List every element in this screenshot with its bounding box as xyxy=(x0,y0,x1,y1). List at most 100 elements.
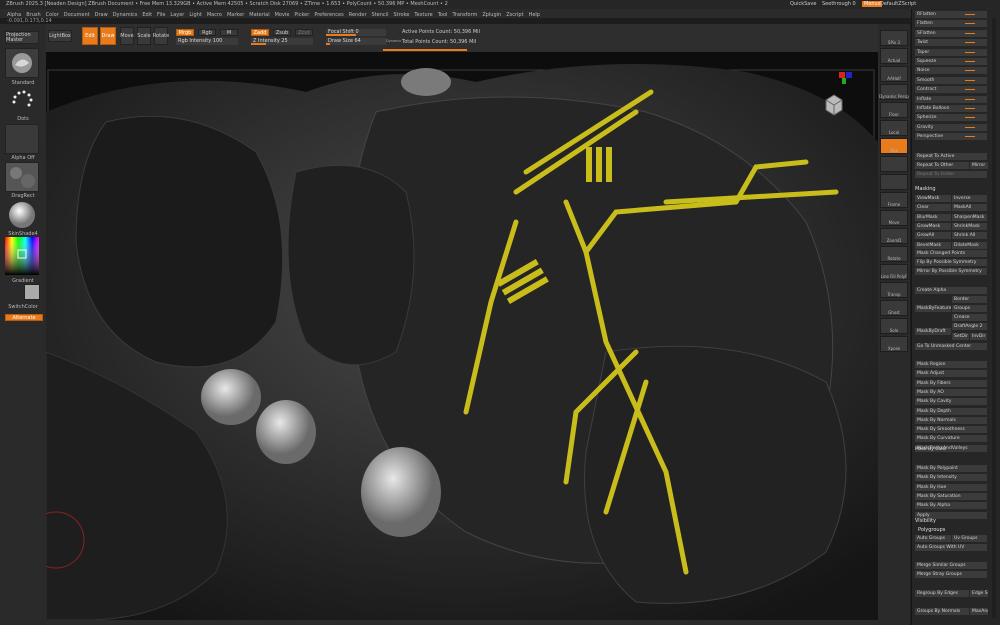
mask-option-1[interactable]: Mask Adjust xyxy=(915,370,987,378)
edge-score-slider[interactable]: Edge Sc xyxy=(970,590,988,597)
masking-button-5-1[interactable]: DilateMask xyxy=(952,241,987,249)
mirror-button[interactable]: Mirror xyxy=(970,162,988,169)
stroke-thumbnail[interactable] xyxy=(5,86,39,114)
m-button[interactable]: M xyxy=(220,29,238,36)
masking-button-4-1[interactable]: Shrink All xyxy=(952,232,987,240)
secondary-color-swatch[interactable] xyxy=(24,284,40,300)
uv-groups-button[interactable]: Uv Groups xyxy=(952,535,987,542)
repeat-to-folder-button[interactable]: Repeat To Folder xyxy=(915,171,987,178)
menu-dynamics[interactable]: Dynamics xyxy=(113,12,138,18)
bottom-tray-handle[interactable] xyxy=(46,620,878,625)
go-to-unmasked-center-button[interactable]: Go To Unmasked Center xyxy=(915,343,987,350)
deformation-slider-3[interactable]: Twist xyxy=(915,39,987,47)
menu-light[interactable]: Light xyxy=(189,12,201,18)
menu-texture[interactable]: Texture xyxy=(414,12,432,18)
menu-file[interactable]: File xyxy=(157,12,165,18)
shelf-button-8[interactable] xyxy=(880,174,908,190)
mask-by-color-option-3[interactable]: Mask By Saturation xyxy=(915,492,987,500)
deformation-slider-2[interactable]: SFlatten xyxy=(915,29,987,37)
mask-option-5[interactable]: Mask By Depth xyxy=(915,407,987,415)
mask-option-6[interactable]: Mask By Normals xyxy=(915,416,987,424)
masking-button-0-1[interactable]: Inverse xyxy=(952,195,987,202)
visibility-header[interactable]: Visibility xyxy=(915,518,936,524)
masking-button-4-0[interactable]: GrowAll xyxy=(915,232,951,240)
mask-option-2[interactable]: Mask By Fibers xyxy=(915,379,987,387)
alpha-thumbnail[interactable] xyxy=(5,124,39,154)
shelf-button-7[interactable] xyxy=(880,156,908,172)
merge-stray-groups-button[interactable]: Merge Stray Groups xyxy=(915,571,987,578)
auto-groups-button[interactable]: Auto Groups xyxy=(915,535,951,542)
deformation-slider-1[interactable]: Flatten xyxy=(915,20,987,28)
menu-render[interactable]: Render xyxy=(349,12,367,18)
mask-by-color-option-1[interactable]: Mask By Intensity xyxy=(915,474,987,482)
zsub-button[interactable]: Zsub xyxy=(273,29,291,36)
mask-option-3[interactable]: Mask By AO xyxy=(915,388,987,396)
default-zscript-button[interactable]: DefaultZScript xyxy=(880,1,916,7)
mrgb-button[interactable]: Mrgb xyxy=(176,29,194,36)
menu-edit[interactable]: Edit xyxy=(142,12,152,18)
masking-button-5-0[interactable]: BevelMask xyxy=(915,241,951,249)
max-angle-slider[interactable]: MaxAng xyxy=(970,608,988,615)
material-thumbnail[interactable] xyxy=(5,200,39,230)
deformation-slider-4[interactable]: Taper xyxy=(915,48,987,56)
flip-by-symmetry-button[interactable]: Flip By Possible Symmetry xyxy=(915,259,987,266)
deformation-slider-10[interactable]: Inflate Balloon xyxy=(915,105,987,112)
create-alpha-button[interactable]: Create Alpha xyxy=(915,287,987,294)
mask-option-4[interactable]: Mask By Cavity xyxy=(915,398,987,406)
mask-by-color-option-2[interactable]: Mask By Hue xyxy=(915,483,987,491)
dynamic-toggle[interactable]: Dynamic xyxy=(386,39,401,43)
deformation-slider-6[interactable]: Noise xyxy=(915,67,987,75)
mask-by-color-header[interactable]: Mask By Color xyxy=(915,447,947,452)
rgb-button[interactable]: Rgb xyxy=(198,29,216,36)
menu-tool[interactable]: Tool xyxy=(438,12,448,18)
menu-zscript[interactable]: Zscript xyxy=(506,12,523,18)
z-intensity-slider[interactable]: Z Intensity 25 xyxy=(251,38,313,45)
deformation-slider-13[interactable]: Perspective xyxy=(915,133,987,141)
deformation-slider-11[interactable]: Spherize xyxy=(915,114,987,122)
groups-by-normals-button[interactable]: Groups By Normals xyxy=(915,608,969,615)
scale-button[interactable]: Scale xyxy=(137,27,151,45)
deformation-slider-12[interactable]: Gravity xyxy=(915,123,987,131)
masking-button-3-0[interactable]: GrowMask xyxy=(915,222,951,230)
deformation-slider-7[interactable]: Smooth xyxy=(915,76,987,84)
masking-button-1-1[interactable]: MaskAll xyxy=(952,204,987,212)
menu-document[interactable]: Document xyxy=(64,12,90,18)
repeat-to-other-button[interactable]: Repeat To Other xyxy=(915,162,969,169)
brush-thumbnail[interactable] xyxy=(5,48,39,78)
mask-option-0[interactable]: Mask Region xyxy=(915,361,987,368)
mirror-by-symmetry-button[interactable]: Mirror By Possible Symmetry xyxy=(915,268,987,275)
menu-draw[interactable]: Draw xyxy=(95,12,108,18)
crease-toggle[interactable]: Crease xyxy=(952,314,987,321)
set-dir-button[interactable]: SetDir xyxy=(952,333,969,340)
palette-scrollbar[interactable] xyxy=(992,18,996,618)
mask-by-feature-button[interactable]: MaskByFeature xyxy=(915,305,951,312)
border-toggle[interactable]: Border xyxy=(952,296,987,303)
quicksave-button[interactable]: QuickSave xyxy=(790,1,816,7)
seethrough-slider[interactable]: Seethrough 0 xyxy=(822,1,856,7)
menu-help[interactable]: Help xyxy=(529,12,540,18)
rgb-intensity-slider[interactable]: Rgb Intensity 100 xyxy=(176,38,238,45)
mask-by-draft-button[interactable]: MaskByDraft xyxy=(915,328,951,335)
draft-angle-slider[interactable]: DraftAngle 2 xyxy=(952,323,987,330)
groups-toggle[interactable]: Groups xyxy=(952,305,987,312)
menu-movie[interactable]: Movie xyxy=(275,12,290,18)
menu-stroke[interactable]: Stroke xyxy=(393,12,409,18)
zcut-button[interactable]: Zcut xyxy=(295,29,313,36)
inv-dir-button[interactable]: InvDir xyxy=(970,333,987,340)
polygroups-header[interactable]: Polygroups xyxy=(918,527,945,533)
repeat-to-active-button[interactable]: Repeat To Active xyxy=(915,153,987,160)
mask-option-8[interactable]: Mask By Curvature xyxy=(915,435,987,443)
texture-thumbnail[interactable] xyxy=(5,162,39,192)
merge-similar-groups-button[interactable]: Merge Similar Groups xyxy=(915,562,987,569)
masking-button-1-0[interactable]: Clear xyxy=(915,204,951,212)
switch-color-button[interactable]: SwitchColor xyxy=(0,304,46,310)
rotate-button[interactable]: Rotate xyxy=(153,27,169,45)
masking-button-0-0[interactable]: ViewMask xyxy=(915,195,951,202)
mask-by-color-option-0[interactable]: Mask By Polypaint xyxy=(915,465,987,472)
edit-button[interactable]: Edit xyxy=(82,27,98,45)
document-canvas[interactable] xyxy=(46,52,878,620)
menu-layer[interactable]: Layer xyxy=(170,12,184,18)
menu-marker[interactable]: Marker xyxy=(227,12,244,18)
move-button[interactable]: Move xyxy=(120,27,134,45)
menu-macro[interactable]: Macro xyxy=(207,12,222,18)
